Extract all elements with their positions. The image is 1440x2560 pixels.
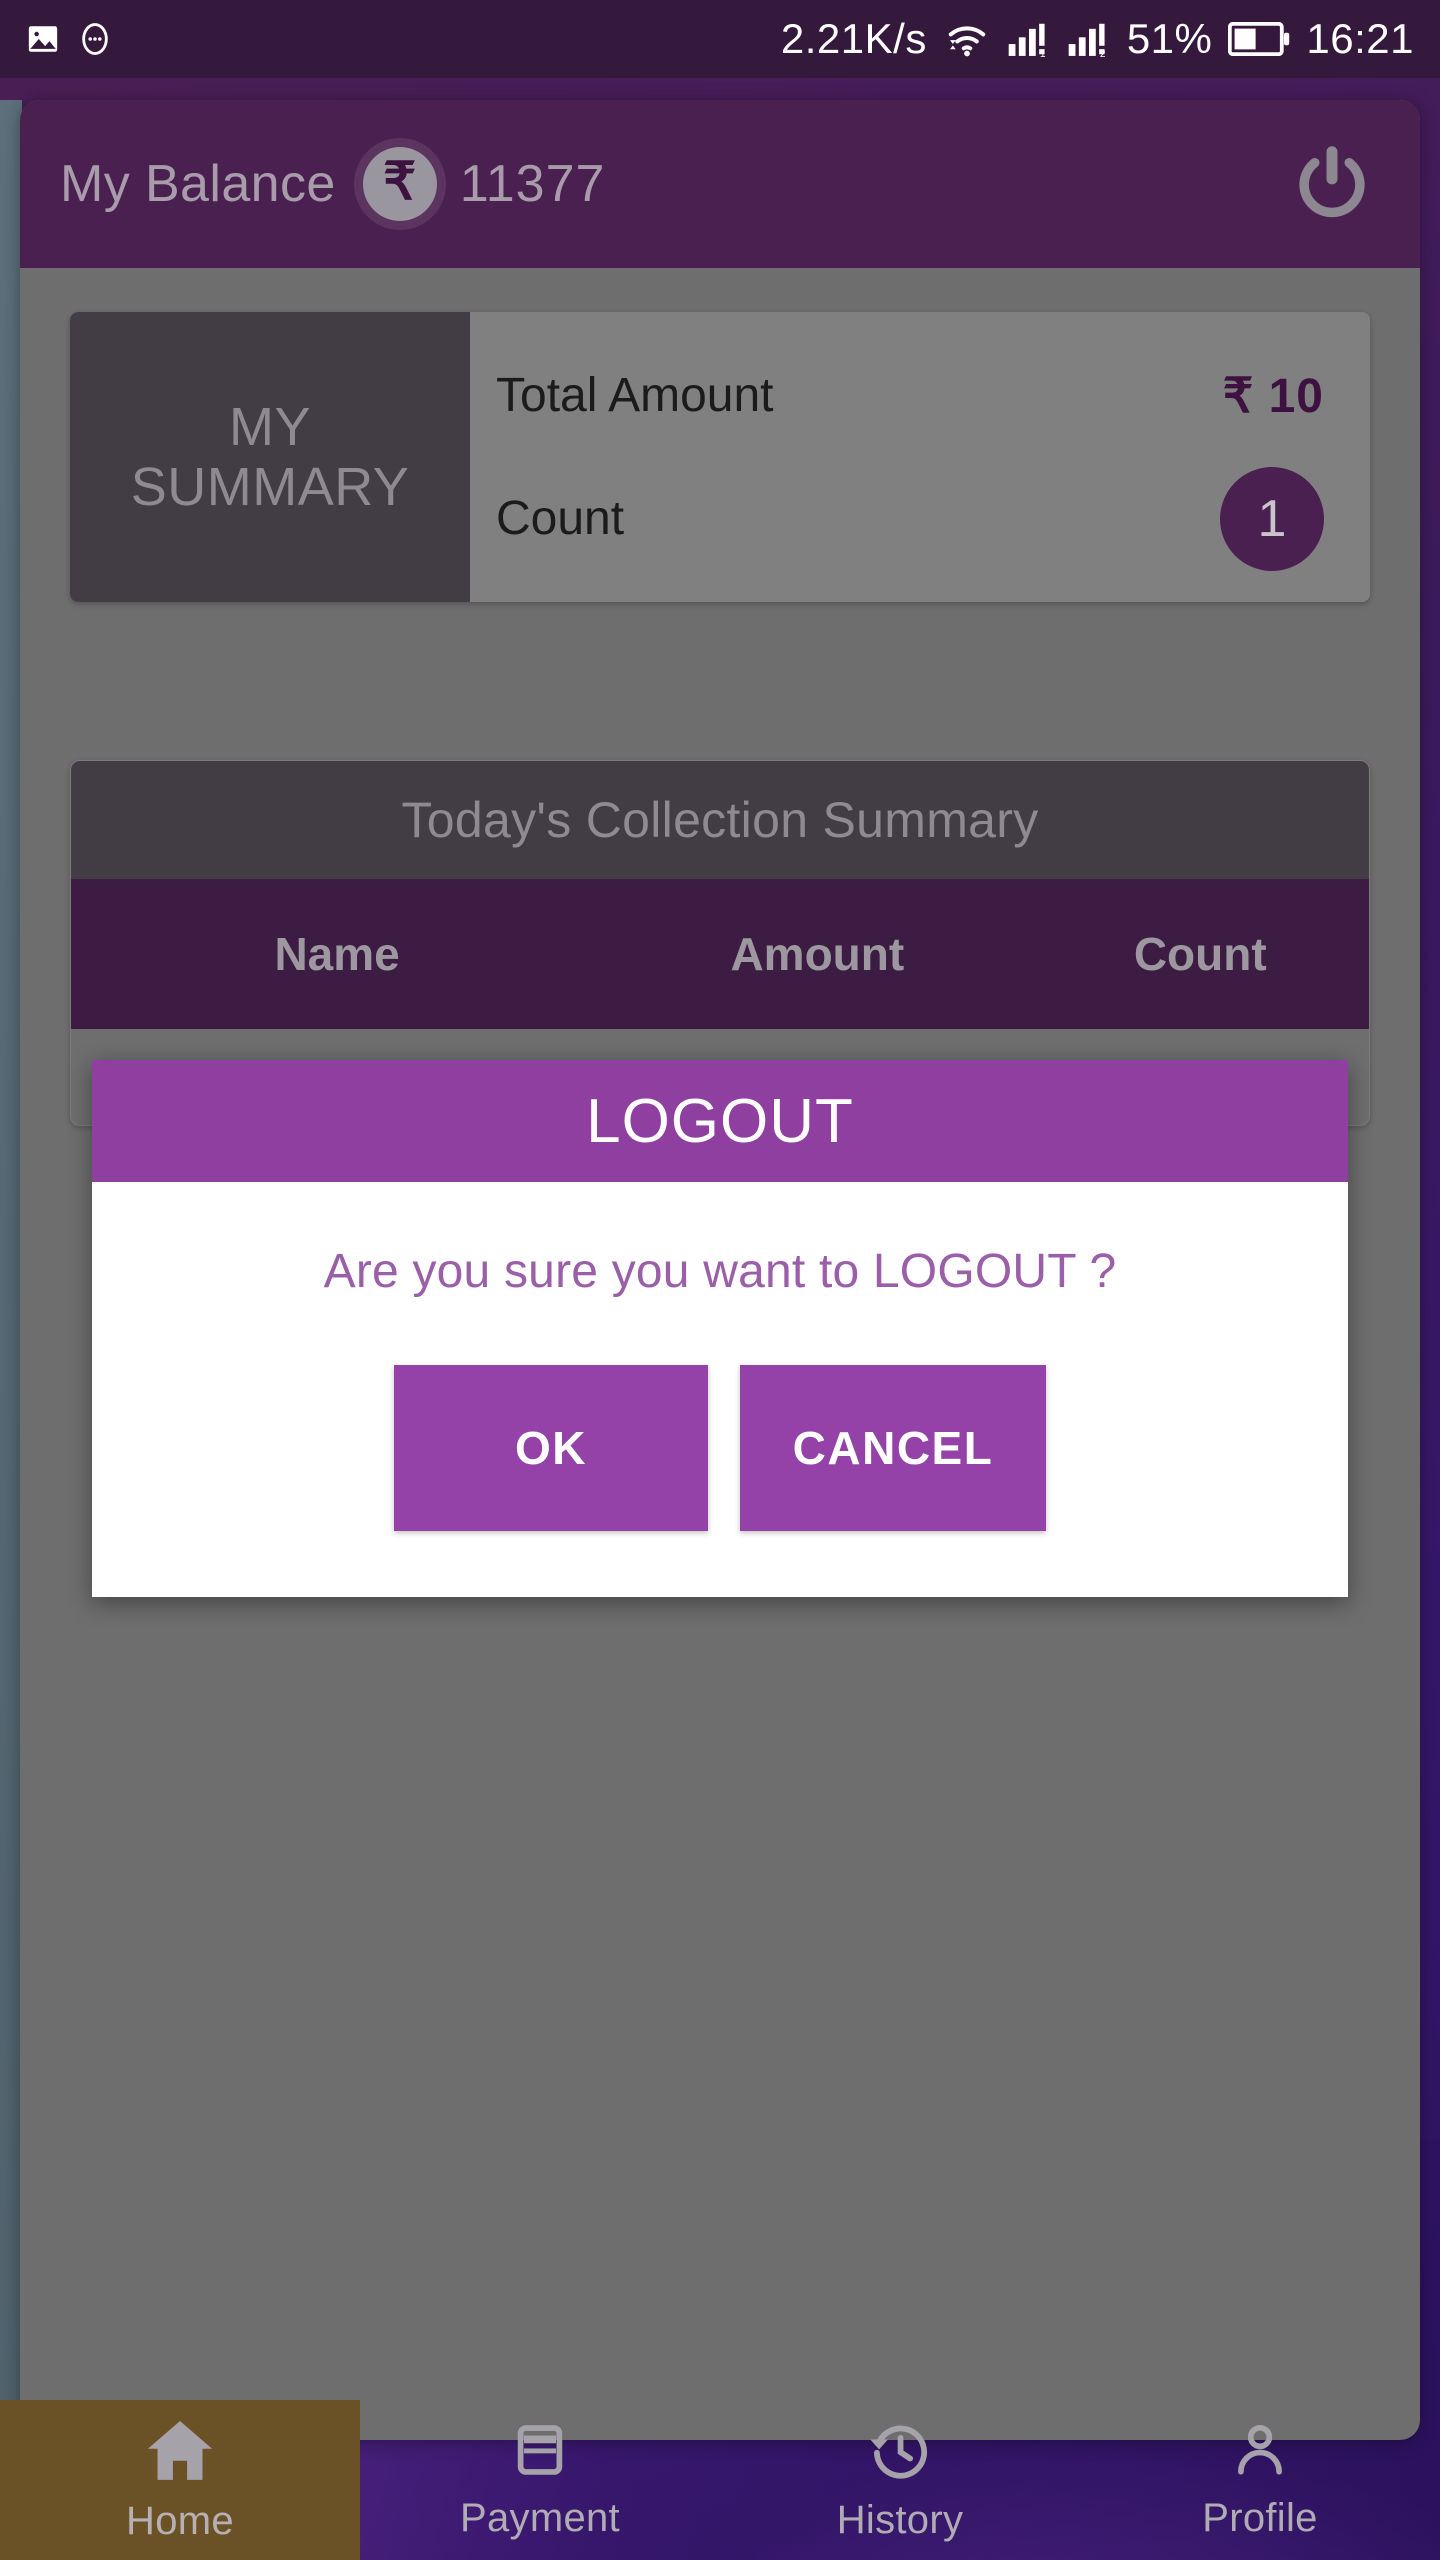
nav-item-history[interactable]: History [720, 2400, 1080, 2560]
status-bar: 2.21K/s 1 2 51% 16:21 [0, 0, 1440, 78]
count-row: Count 1 [470, 457, 1370, 580]
nav-item-profile[interactable]: Profile [1080, 2400, 1440, 2560]
my-summary-panel: MY SUMMARY [70, 312, 470, 602]
wifi-icon [943, 18, 991, 60]
image-icon [26, 22, 60, 56]
logout-dialog-header: LOGOUT [92, 1060, 1348, 1182]
ok-button[interactable]: OK [394, 1365, 708, 1531]
total-amount-value: ₹ 10 [1222, 369, 1324, 423]
history-icon [867, 2417, 933, 2488]
rupee-circle-icon: ₹ [353, 138, 446, 230]
screen-left-edge [0, 100, 22, 2440]
bottom-navigation: Home Payment History Profile [0, 2400, 1440, 2560]
clock: 16:21 [1306, 15, 1414, 62]
collection-summary-title: Today's Collection Summary [71, 761, 1369, 879]
balance-label: My Balance [60, 155, 336, 213]
my-summary-values: Total Amount ₹ 10 Count 1 [470, 312, 1370, 602]
my-summary-title-line2: SUMMARY [130, 457, 410, 517]
rupee-symbol: ₹ [362, 147, 437, 221]
my-summary-title-line1: MY [228, 396, 311, 457]
network-speed: 2.21K/s [780, 15, 927, 62]
total-amount-row: Total Amount ₹ 10 [470, 334, 1370, 457]
nav-label-profile: Profile [1202, 2496, 1318, 2540]
logout-dialog-message: Are you sure you want to LOGOUT ? [323, 1245, 1117, 1298]
signal-bars-1-icon: 1 [1007, 19, 1051, 59]
collection-table-header: Name Amount Count [71, 879, 1369, 1029]
app-header: My Balance ₹ 11377 [20, 100, 1420, 268]
nav-item-payment[interactable]: Payment [360, 2400, 720, 2560]
svg-text:2: 2 [1100, 49, 1106, 59]
nav-label-payment: Payment [460, 2496, 620, 2540]
signal-bars-2-icon: 2 [1067, 19, 1111, 59]
nav-item-home[interactable]: Home [0, 2400, 360, 2560]
logout-dialog-body: Are you sure you want to LOGOUT ? OK CAN… [92, 1182, 1348, 1597]
nav-label-home: Home [126, 2499, 234, 2543]
battery-percent: 51% [1126, 15, 1213, 62]
battery-icon [1228, 22, 1290, 56]
cancel-button[interactable]: CANCEL [740, 1365, 1046, 1531]
card-icon [509, 2419, 571, 2486]
column-header-amount: Amount [730, 928, 905, 980]
power-icon[interactable] [1284, 136, 1380, 232]
column-header-name: Name [274, 928, 400, 980]
logout-dialog-title: LOGOUT [586, 1086, 854, 1156]
nav-label-history: History [836, 2498, 964, 2542]
balance-value: 11377 [459, 155, 606, 213]
column-header-count: Count [1133, 928, 1267, 980]
more-circle-icon [78, 22, 112, 56]
count-badge: 1 [1220, 466, 1324, 571]
logout-dialog-actions: OK CANCEL [92, 1299, 1348, 1597]
logout-dialog: LOGOUT Are you sure you want to LOGOUT ?… [92, 1060, 1348, 1597]
my-summary-card[interactable]: MY SUMMARY Total Amount ₹ 10 Count 1 [70, 312, 1370, 602]
svg-text:1: 1 [1040, 49, 1046, 59]
home-icon [143, 2416, 217, 2489]
person-icon [1229, 2419, 1291, 2486]
total-amount-label: Total Amount [496, 369, 774, 422]
count-label: Count [496, 492, 625, 545]
